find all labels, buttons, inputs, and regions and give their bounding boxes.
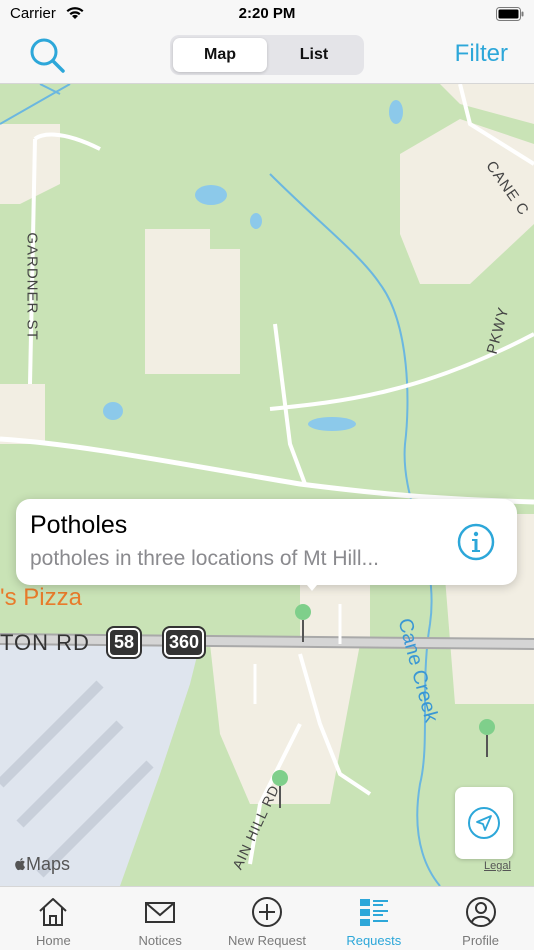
maps-attribution: Maps (14, 854, 70, 875)
route-58-shield: 58 (105, 626, 143, 659)
home-icon (39, 898, 68, 926)
tab-label: Notices (138, 933, 182, 948)
tab-new-request[interactable]: New Request (214, 887, 321, 950)
nav-bar: Map List Filter (0, 30, 534, 84)
maps-attribution-text: Maps (26, 854, 71, 874)
map-label-ton-rd: TON RD (0, 630, 90, 655)
route-360-shield: 360 (161, 626, 207, 659)
map-pin[interactable] (292, 602, 314, 642)
pin-marker-icon (479, 719, 495, 757)
tab-label: Profile (462, 933, 500, 948)
pin-marker-icon (272, 770, 288, 808)
segment-map[interactable]: Map (173, 38, 267, 72)
plus-circle-icon (251, 897, 282, 927)
filter-button[interactable]: Filter (455, 40, 508, 68)
envelope-icon (145, 902, 176, 923)
apple-logo-icon (15, 858, 25, 871)
search-button[interactable] (28, 36, 68, 76)
info-button[interactable] (457, 523, 495, 561)
tab-label: Home (36, 933, 71, 948)
search-icon (30, 38, 65, 73)
list-icon (359, 899, 388, 926)
tab-notices[interactable]: Notices (107, 887, 214, 950)
legal-link[interactable]: Legal (484, 860, 511, 872)
status-bar: Carrier 2:20 PM (0, 0, 534, 30)
segment-list[interactable]: List (267, 38, 361, 72)
map-pin[interactable] (476, 717, 498, 757)
tab-bar: Home Notices New Request Requests Profil… (0, 886, 534, 950)
person-icon (465, 897, 496, 927)
map-label-gardner-st: GARDNER ST (23, 232, 41, 341)
map-label-pizza: 's Pizza (0, 584, 82, 611)
status-time: 2:20 PM (238, 5, 296, 22)
location-arrow-icon (468, 807, 500, 839)
info-icon (457, 523, 495, 561)
callout-title: Potholes (30, 511, 128, 539)
callout-subtitle: potholes in three locations of Mt Hill..… (30, 547, 380, 570)
locate-me-button[interactable] (455, 787, 513, 859)
tab-home[interactable]: Home (0, 887, 107, 950)
callout-pointer (302, 579, 322, 591)
tab-label: Requests (346, 933, 402, 948)
tab-requests[interactable]: Requests (320, 887, 427, 950)
pin-marker-icon (295, 604, 311, 642)
map-view[interactable]: GARDNER ST CANE C PKWY 's Pizza TON RD 5… (0, 84, 534, 886)
tab-profile[interactable]: Profile (427, 887, 534, 950)
pin-callout[interactable]: Potholes potholes in three locations of … (16, 499, 517, 591)
map-pin[interactable] (269, 768, 291, 808)
tab-label: New Request (227, 933, 307, 948)
view-segmented-control: Map List (170, 35, 364, 75)
map-background (0, 84, 534, 886)
battery-icon (496, 7, 524, 21)
